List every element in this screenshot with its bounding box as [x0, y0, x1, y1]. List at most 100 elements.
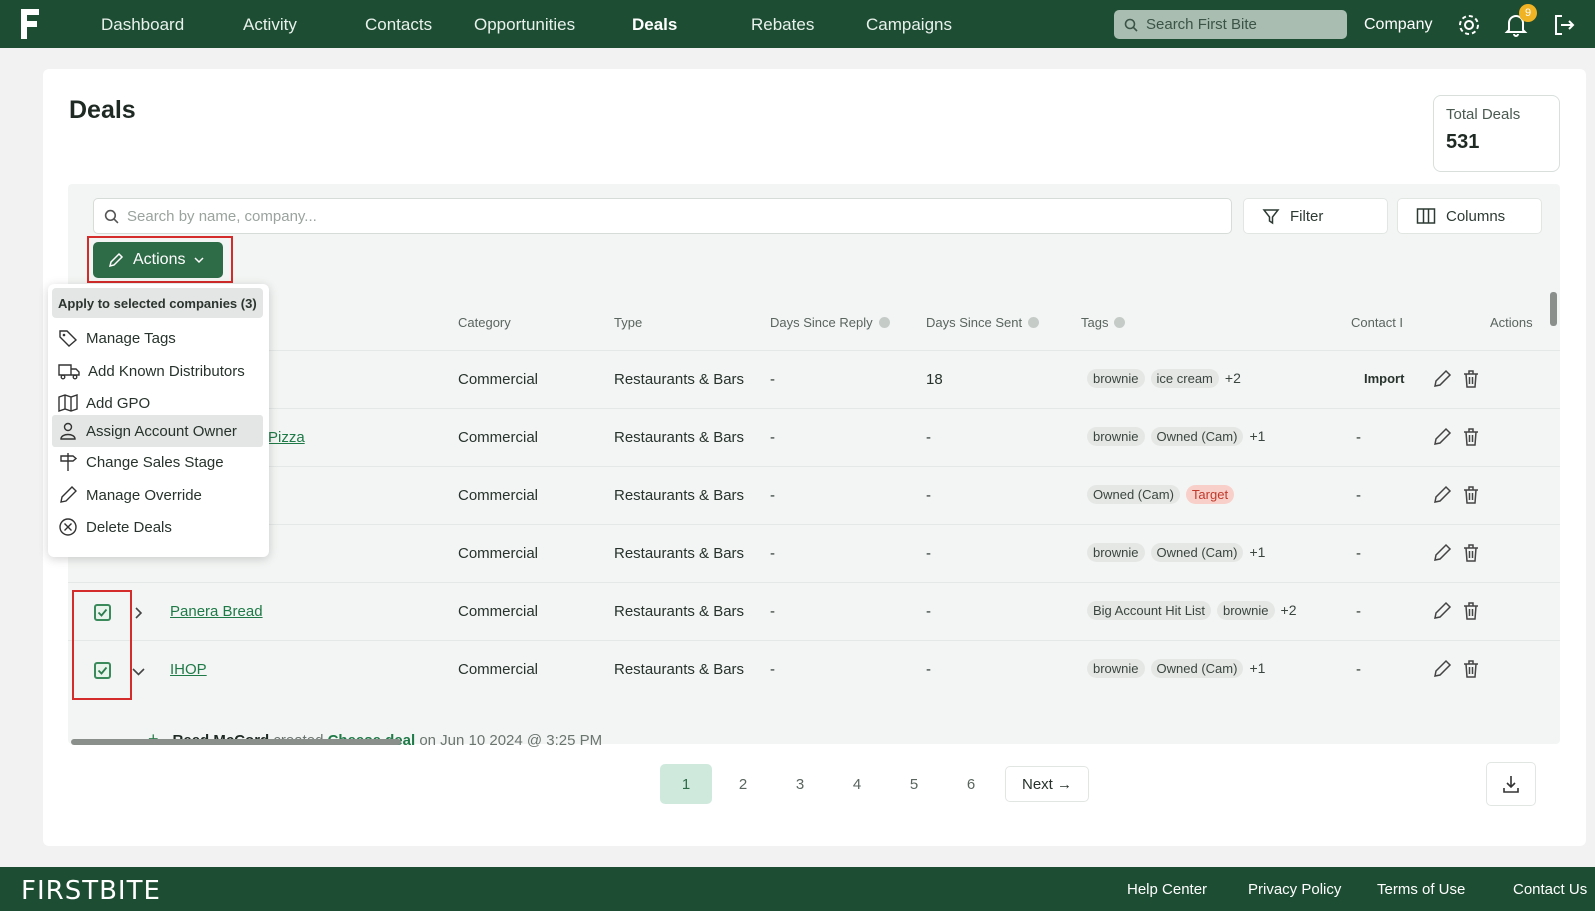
trash-icon[interactable] — [1462, 601, 1480, 621]
header-category[interactable]: Category — [458, 315, 511, 330]
cell-category: Commercial — [458, 603, 539, 620]
deals-search-input[interactable] — [127, 207, 1127, 225]
page-button-4[interactable]: 4 — [831, 764, 883, 804]
cell-contact-import[interactable]: Import — [1364, 371, 1404, 386]
tag: brownie — [1087, 369, 1145, 388]
cell-tags[interactable]: Owned (Cam) Target — [1087, 485, 1240, 504]
page-button-6[interactable]: 6 — [945, 764, 997, 804]
nav-dashboard[interactable]: Dashboard — [101, 15, 184, 35]
table-row[interactable]: Panera Bread Commercial Restaurants & Ba… — [68, 582, 1560, 640]
cell-name-link[interactable]: Pizza — [268, 429, 305, 446]
header-type[interactable]: Type — [614, 315, 642, 330]
cell-tags[interactable]: brownie Owned (Cam) +1 — [1087, 543, 1265, 562]
settings-gear-icon[interactable] — [1455, 11, 1483, 39]
cell-days-since-reply: - — [770, 429, 775, 446]
nav-activity[interactable]: Activity — [243, 15, 297, 35]
row-actions — [1432, 427, 1480, 447]
footer-link-contact-us[interactable]: Contact Us — [1513, 881, 1587, 898]
edit-pencil-icon[interactable] — [1432, 543, 1452, 563]
cell-tags[interactable]: Big Account Hit List brownie +2 — [1087, 601, 1297, 620]
trash-icon[interactable] — [1462, 427, 1480, 447]
menu-item-manage-tags[interactable]: Manage Tags — [52, 322, 263, 354]
edit-pencil-icon[interactable] — [1432, 427, 1452, 447]
nav-campaigns[interactable]: Campaigns — [866, 15, 952, 35]
filter-button[interactable]: Filter — [1243, 198, 1388, 234]
company-link[interactable]: Company — [1364, 16, 1432, 34]
cell-name-link[interactable]: IHOP — [170, 661, 207, 678]
page-button-3[interactable]: 3 — [774, 764, 826, 804]
cell-category: Commercial — [458, 661, 539, 678]
logout-icon[interactable] — [1550, 11, 1578, 39]
table-row[interactable]: Pizza Commercial Restaurants & Bars - - … — [68, 408, 1560, 466]
header-days-since-sent[interactable]: Days Since Sent — [926, 315, 1040, 330]
cell-tags[interactable]: brownie Owned (Cam) +1 — [1087, 659, 1265, 678]
edit-pencil-icon[interactable] — [1432, 485, 1452, 505]
firstbite-logo-icon[interactable] — [0, 0, 60, 48]
footer-link-help-center[interactable]: Help Center — [1127, 881, 1207, 898]
header-tags[interactable]: Tags — [1081, 315, 1126, 330]
table-row[interactable]: Commercial Restaurants & Bars - - Owned … — [68, 466, 1560, 524]
chevron-down-icon[interactable] — [132, 667, 145, 677]
tag: brownie — [1217, 601, 1275, 620]
edit-pencil-icon[interactable] — [1432, 659, 1452, 679]
tag-more[interactable]: +1 — [1249, 544, 1265, 560]
cell-name-link[interactable]: Panera Bread — [170, 603, 263, 620]
table-row[interactable]: IHOP Commercial Restaurants & Bars - - b… — [68, 640, 1560, 698]
notification-badge: 9 — [1519, 4, 1537, 22]
menu-item-delete-deals[interactable]: Delete Deals — [52, 511, 263, 543]
table-row[interactable]: Commercial Restaurants & Bars - - browni… — [68, 524, 1560, 582]
trash-icon[interactable] — [1462, 543, 1480, 563]
nav-contacts[interactable]: Contacts — [365, 15, 432, 35]
cell-tags[interactable]: brownie ice cream +2 — [1087, 369, 1241, 388]
menu-item-manage-override[interactable]: Manage Override — [52, 479, 263, 511]
tag-more[interactable]: +1 — [1249, 428, 1265, 444]
tag: Owned (Cam) — [1150, 659, 1244, 678]
tag-more[interactable]: +2 — [1225, 370, 1241, 386]
tag-more[interactable]: +2 — [1281, 602, 1297, 618]
edit-pencil-icon[interactable] — [1432, 369, 1452, 389]
help-icon[interactable] — [1028, 317, 1040, 328]
page-button-2[interactable]: 2 — [717, 764, 769, 804]
tag: Owned (Cam) — [1150, 427, 1244, 446]
edit-pencil-icon[interactable] — [1432, 601, 1452, 621]
global-search-input[interactable]: Search First Bite — [1114, 10, 1347, 39]
page-button-1[interactable]: 1 — [660, 764, 712, 804]
row-actions — [1432, 369, 1480, 389]
tag-more[interactable]: +1 — [1249, 660, 1265, 676]
nav-opportunities[interactable]: Opportunities — [474, 15, 575, 35]
filter-icon — [1262, 209, 1280, 225]
vertical-scrollbar[interactable] — [1550, 292, 1557, 326]
tag: brownie — [1087, 427, 1145, 446]
nav-deals[interactable]: Deals — [632, 15, 677, 35]
help-icon[interactable] — [1114, 317, 1126, 328]
cell-category: Commercial — [458, 371, 539, 388]
next-page-button[interactable]: Next → — [1005, 766, 1089, 802]
menu-item-label: Add Known Distributors — [88, 362, 245, 380]
trash-icon[interactable] — [1462, 485, 1480, 505]
page-button-5[interactable]: 5 — [888, 764, 940, 804]
horizontal-scrollbar[interactable] — [71, 739, 401, 745]
header-contact[interactable]: Contact I — [1351, 315, 1403, 330]
menu-item-add-known-distributors[interactable]: Add Known Distributors — [52, 355, 263, 387]
table-row[interactable]: Commercial Restaurants & Bars - 18 brown… — [68, 350, 1560, 408]
header-days-since-reply[interactable]: Days Since Reply — [770, 315, 890, 330]
menu-item-change-sales-stage[interactable]: Change Sales Stage — [52, 446, 263, 478]
row-actions — [1432, 659, 1480, 679]
footer-link-terms-of-use[interactable]: Terms of Use — [1377, 881, 1465, 898]
columns-button[interactable]: Columns — [1397, 198, 1542, 234]
page-title: Deals — [69, 96, 136, 124]
trash-icon[interactable] — [1462, 659, 1480, 679]
cell-tags[interactable]: brownie Owned (Cam) +1 — [1087, 427, 1265, 446]
nav-rebates[interactable]: Rebates — [751, 15, 814, 35]
cell-days-since-reply: - — [770, 661, 775, 678]
header-days-since-reply-label: Days Since Reply — [770, 315, 873, 330]
truck-icon — [58, 364, 80, 380]
help-icon[interactable] — [878, 317, 890, 328]
row-actions — [1432, 601, 1480, 621]
download-button[interactable] — [1486, 762, 1536, 806]
chevron-right-icon[interactable] — [134, 607, 144, 619]
menu-item-assign-account-owner[interactable]: Assign Account Owner — [52, 415, 263, 447]
trash-icon[interactable] — [1462, 369, 1480, 389]
deals-search-field[interactable] — [93, 198, 1232, 234]
footer-link-privacy-policy[interactable]: Privacy Policy — [1248, 881, 1341, 898]
